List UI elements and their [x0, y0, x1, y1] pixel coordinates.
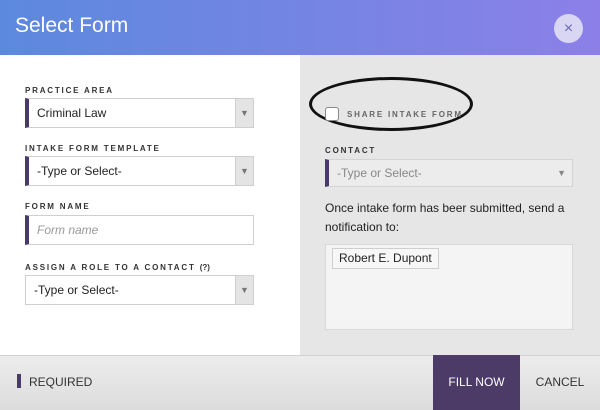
template-select[interactable]: -Type or Select- ▼: [25, 156, 254, 186]
share-intake-checkbox[interactable]: [325, 107, 339, 121]
form-name-label: FORM NAME: [25, 202, 91, 211]
practice-area-value: Criminal Law: [37, 106, 107, 120]
recipient-chip[interactable]: Robert E. Dupont: [332, 248, 439, 269]
close-icon[interactable]: ×: [554, 14, 583, 43]
contact-select[interactable]: -Type or Select- ▼: [325, 159, 573, 187]
practice-area-label: PRACTICE AREA: [25, 86, 114, 95]
assign-role-select[interactable]: -Type or Select- ▼: [25, 275, 254, 305]
assign-role-label: ASSIGN A ROLE TO A CONTACT (?): [25, 263, 210, 272]
contact-label: CONTACT: [325, 146, 377, 155]
required-indicator: [17, 374, 21, 388]
form-name-placeholder: Form name: [37, 223, 99, 237]
help-icon[interactable]: (?): [200, 263, 210, 272]
template-label: INTAKE FORM TEMPLATE: [25, 144, 161, 153]
template-value: -Type or Select-: [37, 164, 122, 178]
chevron-down-icon: ▼: [235, 157, 253, 185]
assign-role-value: -Type or Select-: [34, 283, 119, 297]
chevron-down-icon: ▼: [235, 276, 253, 304]
share-intake-label: SHARE INTAKE FORM: [347, 110, 463, 119]
required-label: REQUIRED: [29, 375, 93, 389]
practice-area-select[interactable]: Criminal Law ▼: [25, 98, 254, 128]
assign-role-label-text: ASSIGN A ROLE TO A CONTACT: [25, 263, 196, 272]
fill-now-button[interactable]: FILL NOW: [433, 355, 520, 410]
cancel-button[interactable]: CANCEL: [520, 355, 600, 410]
highlight-annotation: [309, 77, 473, 131]
modal-title: Select Form: [15, 14, 129, 37]
chevron-down-icon: ▼: [235, 99, 253, 127]
contact-value: -Type or Select-: [337, 166, 422, 180]
chevron-down-icon: ▼: [557, 168, 566, 178]
form-name-input[interactable]: Form name: [25, 215, 254, 245]
notify-text: Once intake form has beer submitted, sen…: [325, 201, 565, 234]
modal-header: Select Form ×: [0, 0, 600, 55]
